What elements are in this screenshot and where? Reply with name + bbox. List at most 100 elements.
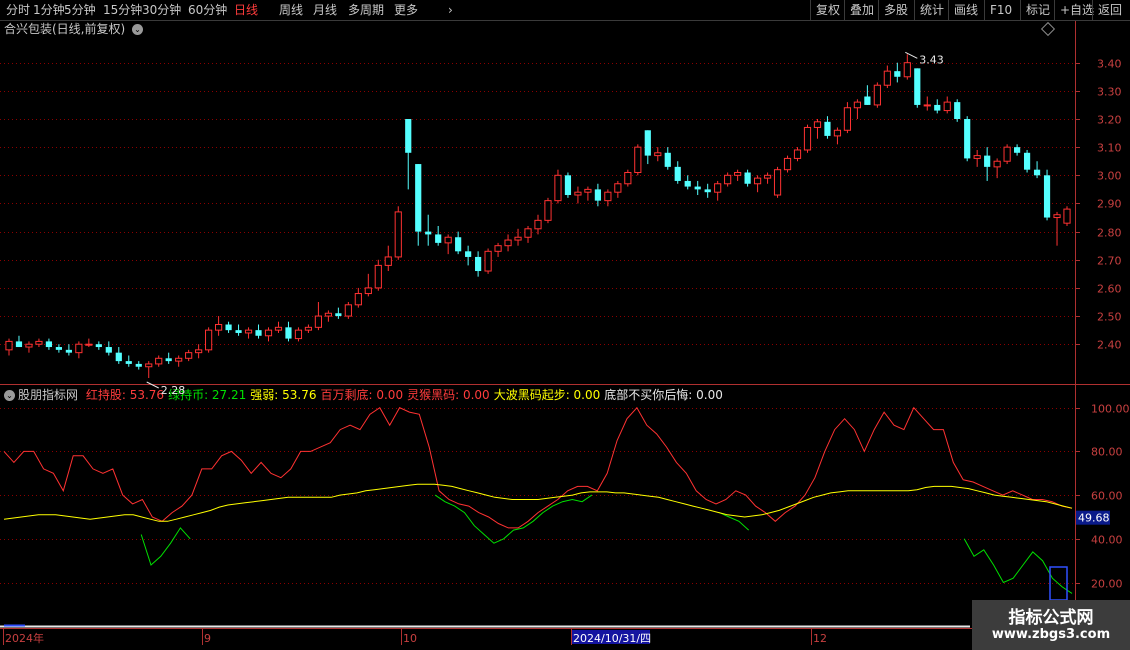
candle-body: [1063, 208, 1071, 224]
candle-body: [604, 191, 612, 202]
candle: [514, 228, 522, 246]
candle-body: [55, 347, 62, 350]
candle: [954, 99, 961, 122]
candle: [934, 99, 941, 114]
indicator-tick-label: 40.00: [1091, 534, 1123, 547]
candle-body: [923, 104, 931, 107]
candle: [744, 169, 751, 187]
candle-body: [354, 293, 362, 306]
date-label: 9: [204, 632, 211, 645]
low-marker-label: 2.28: [161, 384, 186, 397]
candle-body: [914, 68, 921, 105]
candle-body: [783, 157, 792, 171]
candle-body: [813, 121, 822, 128]
candle-body: [584, 188, 592, 193]
candle-body: [394, 211, 402, 258]
candle: [15, 335, 23, 348]
candle: [894, 62, 901, 83]
candle-body: [45, 341, 53, 348]
price-tick-label: 2.50: [1097, 311, 1122, 324]
candle-body: [15, 341, 23, 348]
candle-body: [564, 175, 572, 196]
candle: [824, 116, 831, 139]
indicator-series-0: [3, 406, 1073, 529]
candle: [5, 338, 13, 356]
candle-body: [624, 171, 632, 185]
candle: [654, 147, 662, 162]
price-tick-label: 2.60: [1097, 283, 1122, 296]
indicator-tick-label: 80.00: [1091, 446, 1123, 459]
candle: [155, 355, 163, 367]
candle: [394, 206, 402, 260]
candle-body: [435, 234, 442, 243]
candle-body: [744, 172, 751, 184]
candle-body: [95, 344, 102, 348]
candle-body: [294, 329, 303, 340]
candle-body: [524, 228, 532, 238]
candle: [374, 259, 382, 291]
date-label: 10: [403, 632, 417, 645]
candle-body: [824, 121, 831, 136]
candle-body: [415, 164, 422, 232]
candle: [554, 169, 562, 204]
candle-body: [594, 189, 601, 201]
candle-body: [763, 174, 772, 179]
high-marker-label: 3.43: [919, 53, 944, 66]
candle-body: [1023, 152, 1031, 170]
candle-body: [314, 315, 323, 328]
candle-body: [574, 191, 582, 196]
candle: [883, 65, 891, 89]
candle: [574, 186, 582, 204]
candle: [853, 99, 861, 120]
candle-body: [803, 126, 812, 151]
watermark: 指标公式网 www.zbgs3.com: [972, 600, 1130, 650]
candle: [465, 245, 472, 266]
candle: [25, 341, 33, 353]
candle: [85, 338, 93, 348]
candle: [1043, 169, 1051, 221]
candle: [634, 144, 642, 176]
candle: [773, 166, 782, 198]
date-label: 2024/10/31/四: [573, 632, 651, 645]
candle-body: [614, 183, 622, 193]
candle: [624, 169, 632, 187]
candle-body: [255, 330, 262, 336]
candle-body: [644, 130, 651, 156]
candle-body: [65, 349, 72, 353]
candle: [524, 225, 532, 243]
date-label: 12: [813, 632, 827, 645]
candle: [644, 130, 651, 165]
candle-body: [984, 155, 991, 167]
candle-body: [993, 160, 1001, 168]
candle-body: [25, 343, 33, 348]
candle: [763, 172, 772, 184]
candle-body: [694, 186, 701, 190]
candle-body: [465, 251, 472, 257]
indicator-series-2: [3, 483, 1073, 522]
candle-body: [753, 177, 762, 185]
candle-body: [954, 102, 961, 120]
candle: [135, 361, 142, 370]
chart-area[interactable]: 2.40 2.50 2.60 2.70 2.80 2.90 3.00 3.10 3.20 3.30…: [0, 0, 1130, 650]
candle-body: [1043, 175, 1051, 218]
candle-body: [724, 174, 732, 185]
candle-body: [324, 312, 332, 317]
date-label: 2024年: [5, 631, 44, 645]
candle: [734, 169, 742, 181]
candle: [215, 316, 223, 336]
candle: [145, 361, 153, 378]
candle-body: [274, 326, 283, 331]
candle: [475, 251, 482, 277]
candle: [175, 355, 183, 367]
candle: [235, 324, 242, 336]
candle: [364, 273, 372, 297]
candle-body: [634, 146, 642, 173]
candle: [674, 161, 681, 184]
candle-body: [165, 358, 172, 362]
candle: [304, 324, 313, 333]
candle-body: [335, 313, 342, 317]
candle: [484, 248, 492, 274]
candle-body: [943, 101, 951, 112]
candle-body: [1053, 214, 1061, 219]
candle: [594, 183, 601, 207]
